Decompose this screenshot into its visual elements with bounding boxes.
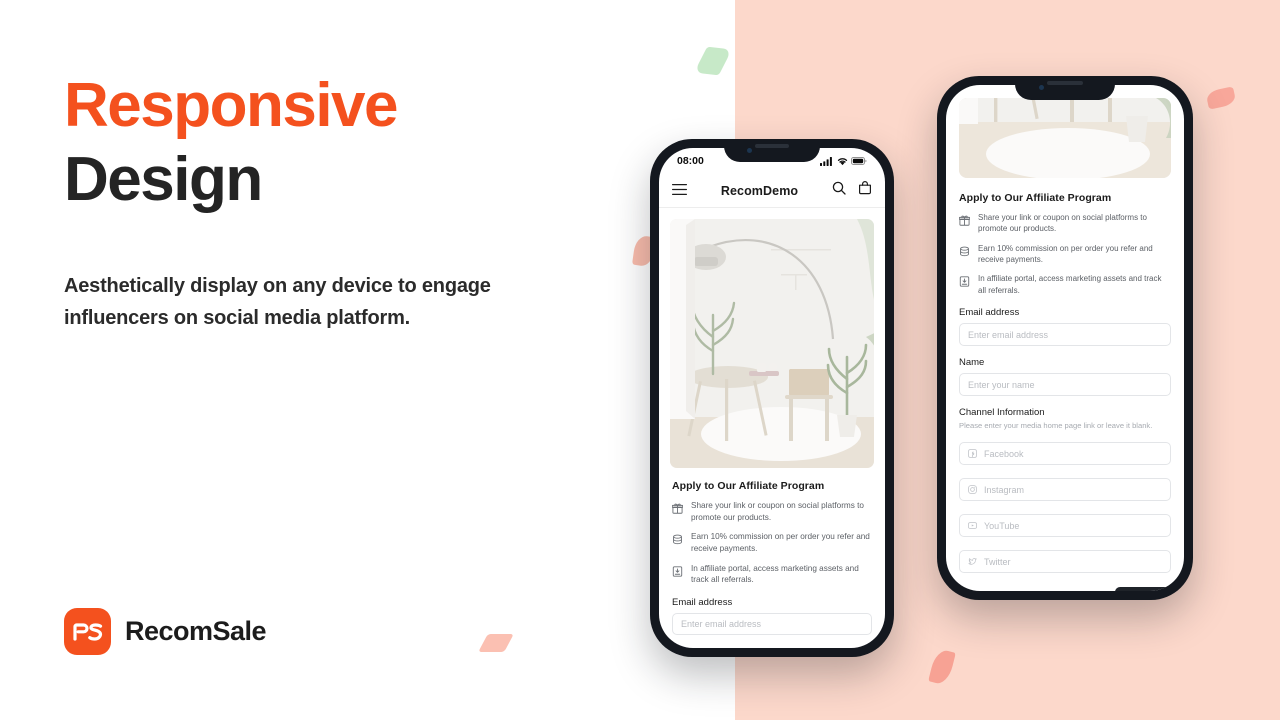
phone1-screen: 08:00 RecomDemo Apply to Our Affiliate P… (659, 148, 885, 648)
list-item: Earn 10% commission on per order you ref… (959, 243, 1171, 266)
list-item: In affiliate portal, access marketing as… (672, 563, 872, 586)
name-field[interactable]: Enter your name (959, 373, 1171, 397)
youtube-placeholder: YouTube (984, 520, 1020, 531)
list-item-label: Earn 10% commission on per order you ref… (978, 243, 1153, 265)
email-field-label: Email address (672, 596, 733, 608)
list-item-label: In affiliate portal, access marketing as… (978, 274, 1162, 295)
affiliate-section: Apply to Our Affiliate Program Share you… (659, 468, 885, 635)
name-field-placeholder: Enter your name (968, 379, 1035, 390)
phone-mockup-front: 08:00 RecomDemo Apply to Our Affiliate P… (650, 139, 894, 657)
hero-copy-block: Responsive Design Aesthetically display … (64, 74, 534, 334)
app-nav-bar: RecomDemo (659, 174, 885, 208)
hero-image-wrap (659, 208, 885, 468)
page-title: Responsive Design (64, 71, 534, 215)
email-field[interactable]: Enter email address (959, 323, 1171, 347)
hero-subcopy: Aesthetically display on any device to e… (64, 275, 491, 329)
section-title: Apply to Our Affiliate Program (959, 192, 1112, 204)
facebook-field[interactable]: Facebook (959, 442, 1171, 466)
form-footer: Already have an account? Sign in Apply (959, 587, 1171, 591)
brand-name: RecomSale (125, 616, 267, 646)
list-item-label: Share your link or coupon on social plat… (978, 213, 1147, 234)
wifi-icon (837, 157, 847, 165)
youtube-icon (968, 521, 977, 530)
email-field[interactable]: Enter email address (672, 612, 872, 635)
list-item-label: Share your link or coupon on social plat… (691, 501, 864, 522)
section-title: Apply to Our Affiliate Program (672, 480, 825, 492)
phone2-notch (1015, 76, 1115, 100)
brand-logo: RecomSale (64, 608, 267, 655)
facebook-placeholder: Facebook (984, 448, 1024, 459)
search-icon[interactable] (832, 181, 846, 200)
headline-line-1: Responsive (64, 71, 399, 140)
phone2-screen: Apply to Our Affiliate Program Share you… (946, 85, 1184, 591)
portal-icon (672, 564, 683, 582)
headline-line-2: Design (64, 145, 263, 215)
coins-icon (959, 244, 970, 262)
email-field-placeholder: Enter email address (681, 618, 762, 629)
benefit-list: Share your link or coupon on social plat… (958, 212, 1171, 296)
name-field-label: Name (959, 357, 985, 369)
front-camera (747, 148, 752, 153)
phone-mockup-back: Apply to Our Affiliate Program Share you… (937, 76, 1193, 600)
nav-actions (832, 181, 872, 200)
twitter-field[interactable]: Twitter (959, 550, 1171, 574)
facebook-icon (968, 449, 977, 458)
list-item: Earn 10% commission on per order you ref… (672, 531, 872, 554)
channel-info-label: Channel Information (959, 407, 1045, 419)
gift-icon (958, 213, 971, 231)
shopping-bag-icon[interactable] (858, 181, 872, 200)
instagram-field[interactable]: Instagram (959, 478, 1171, 502)
email-field-placeholder: Enter email address (968, 329, 1049, 340)
list-item: Share your link or coupon on social plat… (958, 212, 1171, 235)
list-item-label: In affiliate portal, access marketing as… (691, 563, 859, 585)
product-hero-image[interactable] (959, 98, 1171, 178)
benefit-list: Share your link or coupon on social plat… (671, 500, 872, 586)
earpiece-speaker (1047, 81, 1083, 85)
apply-button[interactable]: Apply (1114, 587, 1171, 591)
portal-icon (959, 274, 970, 292)
phone1-notch (724, 139, 820, 162)
hamburger-menu-icon[interactable] (672, 182, 687, 200)
front-camera (1039, 85, 1044, 90)
channel-info-hint: Please enter your media home page link o… (959, 421, 1153, 431)
battery-icon (851, 157, 867, 165)
gift-icon (671, 501, 684, 519)
youtube-field[interactable]: YouTube (959, 514, 1171, 538)
slide-canvas: Responsive Design Aesthetically display … (0, 0, 1280, 720)
social-fields-list: Facebook Instagram YouTube Twitter (959, 437, 1171, 574)
instagram-icon (968, 485, 977, 494)
email-field-label: Email address (959, 307, 1020, 319)
twitter-icon (968, 557, 977, 566)
list-item: Share your link or coupon on social plat… (671, 500, 872, 523)
cellular-bars-icon (820, 156, 832, 166)
status-time: 08:00 (677, 155, 704, 167)
twitter-placeholder: Twitter (984, 556, 1011, 567)
instagram-placeholder: Instagram (984, 484, 1025, 495)
earpiece-speaker (755, 144, 789, 148)
product-hero-image[interactable] (670, 219, 874, 468)
status-indicators (820, 156, 867, 166)
list-item: In affiliate portal, access marketing as… (959, 273, 1171, 296)
affiliate-section: Apply to Our Affiliate Program Share you… (946, 178, 1184, 591)
app-title: RecomDemo (720, 183, 799, 198)
list-item-label: Earn 10% commission on per order you ref… (691, 532, 870, 553)
logo-mark-icon (64, 608, 111, 655)
coins-icon (672, 532, 683, 550)
